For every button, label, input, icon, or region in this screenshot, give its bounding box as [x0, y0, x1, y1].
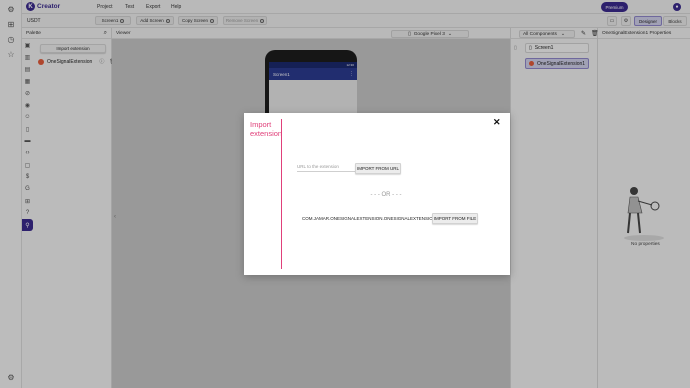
close-icon[interactable]: ✕: [493, 117, 501, 128]
or-separator: - - - OR - - -: [370, 192, 402, 198]
selected-file-name: COM.JAMAR.ONESIGNALEXTENSION.ONESIGNALEX…: [302, 216, 445, 221]
extension-url-input[interactable]: URL to the extension: [297, 163, 355, 172]
dialog-divider: [281, 119, 282, 269]
import-from-url-button[interactable]: IMPORT FROM URL: [355, 163, 401, 174]
import-extension-dialog: Import extension ✕ URL to the extension …: [244, 113, 510, 275]
dialog-title: Import extension: [250, 120, 283, 138]
import-from-file-button[interactable]: IMPORT FROM FILE: [432, 213, 478, 224]
